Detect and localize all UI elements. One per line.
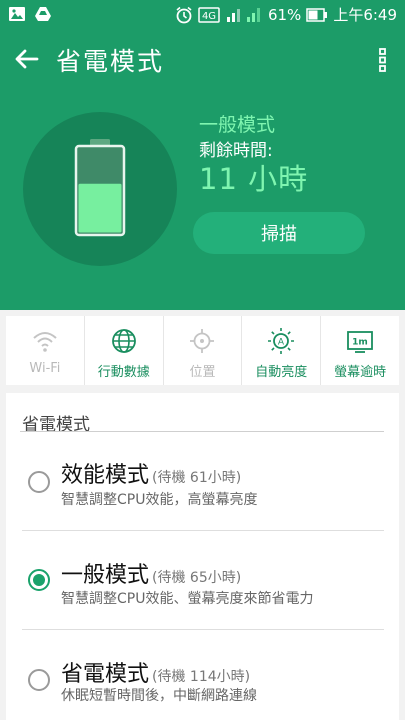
mode-name-row: 一般模式 (待機 65小時) <box>61 557 241 589</box>
drive-icon <box>34 5 52 23</box>
auto-brightness-icon: A <box>268 328 295 354</box>
signal-icon <box>225 6 263 24</box>
mode-description: 休眠短暫時間後，中斷網路連線 <box>61 688 257 704</box>
battery-level-icon <box>74 139 126 237</box>
page-title: 省電模式 <box>56 47 165 76</box>
svg-text:A: A <box>278 338 285 348</box>
clock: 上午6:49 <box>333 6 397 24</box>
option-divider <box>22 629 384 630</box>
mode-name: 效能模式 <box>61 463 150 488</box>
option-divider <box>22 530 384 531</box>
mode-name: 省電模式 <box>61 662 150 687</box>
toggle-auto-brightness-label: 自動亮度 <box>255 365 308 380</box>
status-bar-right: 4G 61% 上午6:49 <box>175 4 397 25</box>
radio-button[interactable] <box>28 471 50 493</box>
image-icon <box>8 5 26 23</box>
battery-icon <box>306 6 328 24</box>
toggle-wifi-label: Wi-Fi <box>29 361 61 376</box>
svg-text:1m: 1m <box>352 338 368 348</box>
battery-percent: 61% <box>267 5 302 24</box>
toggle-auto-brightness[interactable]: A 自動亮度 <box>242 316 322 385</box>
toggle-wifi[interactable]: Wi-Fi <box>6 316 85 385</box>
back-arrow-icon[interactable] <box>12 44 42 74</box>
mode-standby: (待機 114小時) <box>152 669 251 685</box>
battery-gauge <box>23 112 177 266</box>
svg-text:4G: 4G <box>202 11 216 22</box>
mode-option-normal[interactable]: 一般模式 (待機 65小時) 智慧調整CPU效能、螢幕亮度來節省電力 <box>6 543 399 641</box>
status-bar: 4G 61% 上午6:49 <box>0 0 405 30</box>
location-icon <box>190 329 215 353</box>
mode-name: 一般模式 <box>61 563 150 588</box>
overflow-menu-icon[interactable] <box>375 46 391 74</box>
scan-button[interactable]: 掃描 <box>193 212 365 254</box>
mode-description: 智慧調整CPU效能，高螢幕亮度 <box>61 492 258 508</box>
mode-name-row: 省電模式 (待機 114小時) <box>61 656 250 688</box>
toggle-screen-timeout-label: 螢幕逾時 <box>334 365 387 380</box>
section-divider <box>20 431 384 432</box>
radio-button-selected[interactable] <box>28 569 50 591</box>
remaining-time-value: 11 小時 <box>199 162 309 196</box>
mode-description: 智慧調整CPU效能、螢幕亮度來節省電力 <box>61 591 314 607</box>
radio-button[interactable] <box>28 669 50 691</box>
mode-list-card: 省電模式 效能模式 (待機 61小時) 智慧調整CPU效能，高螢幕亮度 一般模式(… <box>6 393 399 720</box>
mode-standby: (待機 65小時) <box>152 570 242 586</box>
quick-toggles: Wi-Fi 行動數據 位置 A 自動亮度 1m 螢幕逾時 <box>6 316 399 385</box>
header: 省電模式 一般模式 剩餘時間: 11 小時 掃描 <box>0 30 405 310</box>
toggle-location-label: 位置 <box>189 365 216 380</box>
alarm-icon <box>175 6 193 24</box>
mode-option-performance[interactable]: 效能模式 (待機 61小時) 智慧調整CPU效能，高螢幕亮度 <box>6 443 399 541</box>
current-mode-label: 一般模式 <box>199 114 276 136</box>
mode-standby: (待機 61小時) <box>152 470 242 486</box>
toggle-location[interactable]: 位置 <box>164 316 243 385</box>
wifi-icon <box>33 332 57 352</box>
mode-option-power-saving[interactable]: 省電模式 (待機 114小時) 休眠短暫時間後，中斷網路連線 <box>6 643 399 720</box>
toggle-mobile-data-label: 行動數據 <box>97 365 150 380</box>
toggle-mobile-data[interactable]: 行動數據 <box>85 316 164 385</box>
status-bar-left <box>8 5 52 23</box>
globe-icon <box>111 329 136 353</box>
toggle-screen-timeout[interactable]: 1m 螢幕逾時 <box>321 316 399 385</box>
mode-name-row: 效能模式 (待機 61小時) <box>61 457 241 489</box>
lte-icon: 4G <box>198 6 220 24</box>
screen-timeout-icon: 1m <box>347 331 373 353</box>
